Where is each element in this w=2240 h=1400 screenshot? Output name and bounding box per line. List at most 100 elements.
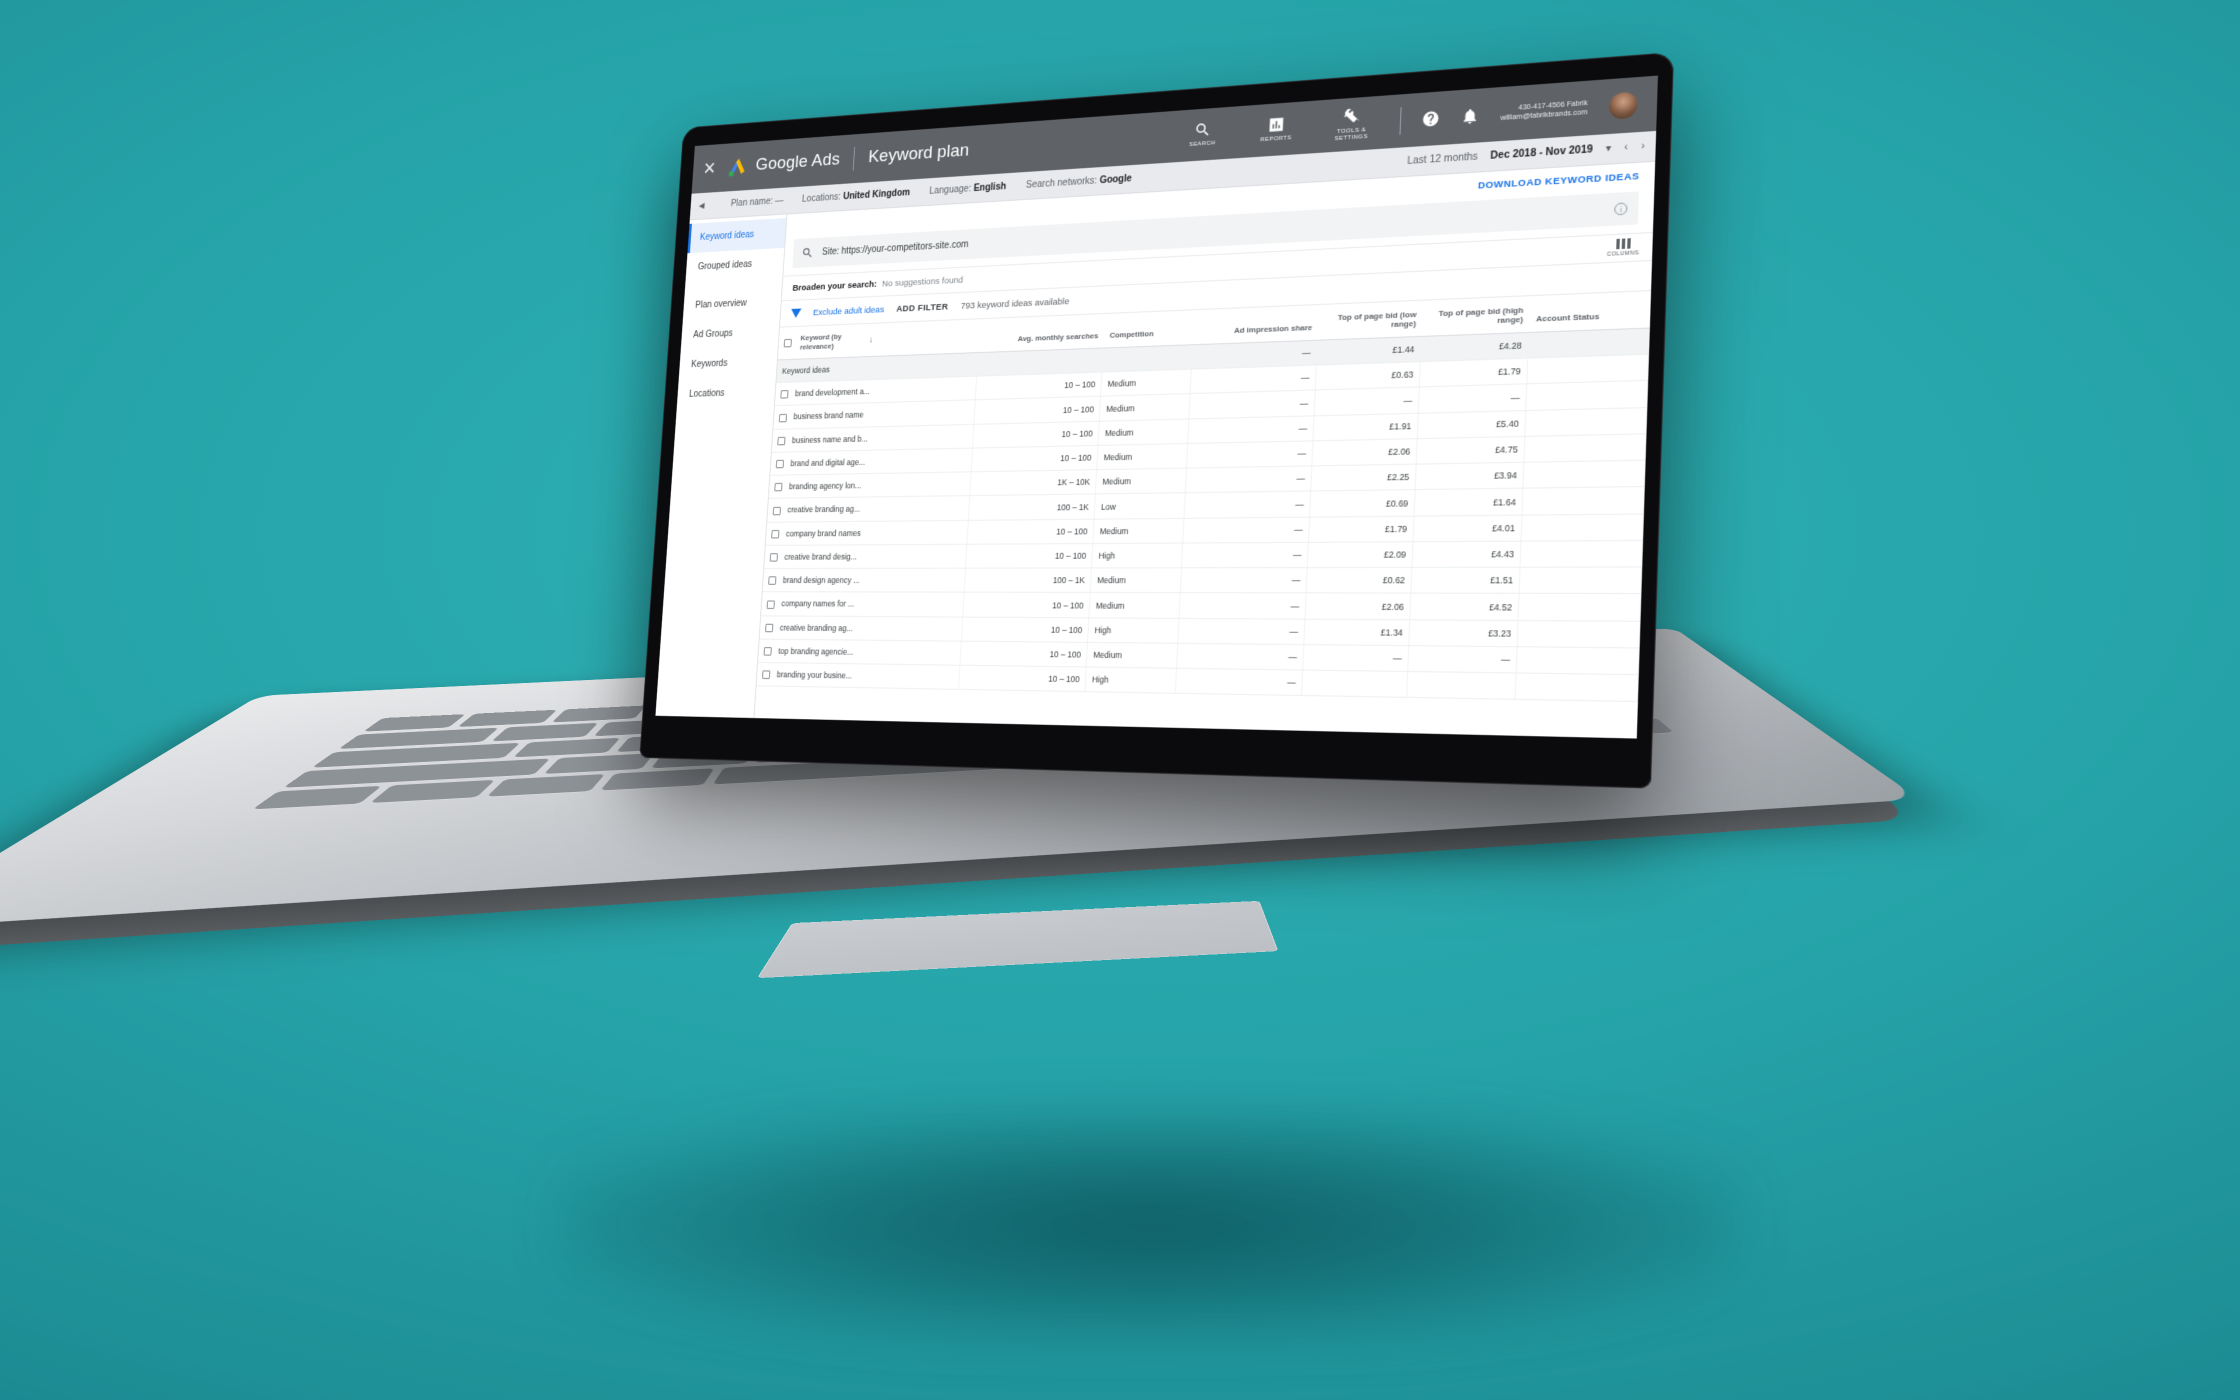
row-checkbox[interactable] xyxy=(767,600,775,608)
avatar[interactable] xyxy=(1609,91,1638,119)
cell-avg-monthly-searches: 10 – 100 xyxy=(975,372,1102,400)
language-filter[interactable]: Language: English xyxy=(929,182,1006,197)
cell-bid-high xyxy=(1407,672,1517,700)
cell-avg-monthly-searches: 10 – 100 xyxy=(967,519,1094,544)
filter-funnel-icon[interactable] xyxy=(791,308,802,318)
cell-ad-impression-share: — xyxy=(1190,365,1317,394)
sidebar-item-ad-groups[interactable]: Ad Groups xyxy=(681,317,780,351)
row-checkbox[interactable] xyxy=(765,624,773,632)
column-header-top-of-page-bid-low[interactable]: Top of page bid (low range) xyxy=(1318,300,1423,340)
row-checkbox[interactable] xyxy=(776,460,784,468)
language-value: English xyxy=(973,182,1006,194)
cell-ad-impression-share: — xyxy=(1175,668,1303,696)
cell-competition: Medium xyxy=(1090,568,1181,593)
search-icon-label: SEARCH xyxy=(1189,141,1216,149)
row-checkbox[interactable] xyxy=(780,390,788,398)
plan-name-field[interactable]: Plan name: — xyxy=(730,196,783,209)
sidebar-item-locations[interactable]: Locations xyxy=(677,377,776,410)
row-checkbox[interactable] xyxy=(774,483,782,491)
cell-avg-monthly-searches: 10 – 100 xyxy=(973,421,1100,448)
key-fn[interactable] xyxy=(371,780,495,803)
key[interactable] xyxy=(514,738,621,758)
row-checkbox[interactable] xyxy=(764,647,772,655)
cell-ad-impression-share: — xyxy=(1182,517,1309,543)
download-keyword-ideas-button[interactable]: DOWNLOAD KEYWORD IDEAS xyxy=(1478,170,1640,191)
sidebar-item-plan-overview[interactable]: Plan overview xyxy=(683,287,782,321)
search-networks-filter[interactable]: Search networks: Google xyxy=(1026,174,1132,191)
row-checkbox[interactable] xyxy=(777,437,785,445)
account-info[interactable]: 430-417-4506 Fabrik william@fabrikbrands… xyxy=(1500,98,1588,123)
cell-bid-high: £4.28 xyxy=(1421,333,1529,362)
row-checkbox[interactable] xyxy=(773,507,781,515)
prev-period-icon[interactable]: ‹ xyxy=(1624,142,1628,153)
column-header-top-of-page-bid-high[interactable]: Top of page bid (high range) xyxy=(1422,296,1531,337)
columns-button[interactable]: COLUMNS xyxy=(1607,238,1640,258)
next-period-icon[interactable]: › xyxy=(1641,141,1645,153)
cell-bid-high: £5.40 xyxy=(1418,410,1527,438)
cell-bid-low: £2.09 xyxy=(1308,542,1414,568)
help-icon-button[interactable] xyxy=(1421,109,1440,128)
column-header-competition[interactable]: Competition xyxy=(1103,310,1194,348)
column-header-account-status[interactable]: Account Status xyxy=(1529,291,1650,333)
add-filter-button[interactable]: ADD FILTER xyxy=(896,301,949,314)
select-all-checkbox[interactable] xyxy=(784,339,792,348)
cell-avg-monthly-searches: 10 – 100 xyxy=(961,617,1089,643)
cell-account-status xyxy=(1523,460,1645,488)
cell-competition: Medium xyxy=(1089,593,1180,618)
reports-icon-button[interactable]: REPORTS xyxy=(1248,114,1304,145)
screen: ✕ Google Ads Keyword plan SEARCH REPORTS… xyxy=(655,76,1658,739)
search-icon-button[interactable]: SEARCH xyxy=(1175,120,1230,150)
sidebar-item-keywords[interactable]: Keywords xyxy=(679,347,778,380)
date-range-value[interactable]: Dec 2018 - Nov 2019 xyxy=(1490,144,1593,162)
tools-settings-icon-button[interactable]: TOOLS & SETTINGS xyxy=(1323,106,1381,143)
cell-bid-low xyxy=(1302,670,1408,698)
chevron-down-icon[interactable]: ▾ xyxy=(1606,143,1612,155)
sort-descending-icon[interactable]: ↓ xyxy=(869,334,873,343)
cell-ad-impression-share: — xyxy=(1178,618,1306,644)
column-header-ad-impression-share[interactable]: Ad impression share xyxy=(1192,304,1319,344)
collapse-caret-icon[interactable]: ◀ xyxy=(699,201,705,211)
cell-avg-monthly-searches: 100 – 1K xyxy=(968,494,1095,520)
site-search-value: Site: https://your-competitors-site.com xyxy=(822,239,969,257)
column-header-avg-monthly-searches[interactable]: Avg. monthly searches xyxy=(978,313,1105,352)
cell-text: company brand names xyxy=(786,528,861,538)
cell-avg-monthly-searches: 10 – 100 xyxy=(960,641,1088,667)
cell-ad-impression-share: — xyxy=(1186,441,1313,468)
cell-bid-low: £1.79 xyxy=(1309,516,1415,542)
row-checkbox[interactable] xyxy=(762,671,770,680)
row-checkbox[interactable] xyxy=(771,530,779,538)
table-row[interactable]: brand design agency ... 100 – 1K Medium — £0… xyxy=(763,567,1642,594)
cell-text: brand development a... xyxy=(795,387,870,399)
cell-bid-high: — xyxy=(1408,646,1517,674)
cell-bid-high: £1.64 xyxy=(1414,489,1523,516)
row-checkbox[interactable] xyxy=(779,414,787,422)
close-icon[interactable]: ✕ xyxy=(702,160,716,178)
row-checkbox[interactable] xyxy=(768,577,776,585)
row-checkbox[interactable] xyxy=(770,553,778,561)
info-icon[interactable]: i xyxy=(1614,202,1628,215)
cell-avg-monthly-searches: 10 – 100 xyxy=(971,445,1098,472)
locations-filter[interactable]: Locations: United Kingdom xyxy=(802,188,911,205)
trackpad[interactable] xyxy=(757,901,1278,978)
cell-avg-monthly-searches: 100 – 1K xyxy=(964,568,1091,593)
sidebar-item-label: Keywords xyxy=(691,359,728,370)
key-cmd[interactable] xyxy=(601,768,714,790)
cell-competition: Medium xyxy=(1086,642,1177,668)
cell-ad-impression-share: — xyxy=(1181,542,1308,568)
networks-value: Google xyxy=(1099,174,1132,186)
sidebar-item-grouped-ideas[interactable]: Grouped ideas xyxy=(685,248,784,283)
table-row[interactable]: creative brand desig... 10 – 100 High — £2.0… xyxy=(764,540,1642,568)
cell-account-status xyxy=(1517,647,1640,675)
sidebar-item-label: Locations xyxy=(689,388,725,399)
exclude-adult-ideas-chip[interactable]: Exclude adult ideas xyxy=(813,304,885,317)
key[interactable] xyxy=(491,723,598,742)
key[interactable] xyxy=(544,753,654,774)
key-alt[interactable] xyxy=(487,774,606,797)
cell-bid-high: £3.23 xyxy=(1409,620,1518,647)
language-label: Language: xyxy=(929,184,972,197)
cell-bid-high: £3.94 xyxy=(1415,462,1524,490)
cell-account-status xyxy=(1518,620,1640,648)
cell-keyword: brand and digital age... xyxy=(770,448,972,475)
notifications-icon-button[interactable] xyxy=(1461,107,1480,126)
tools-settings-icon-label: TOOLS & SETTINGS xyxy=(1323,126,1380,143)
